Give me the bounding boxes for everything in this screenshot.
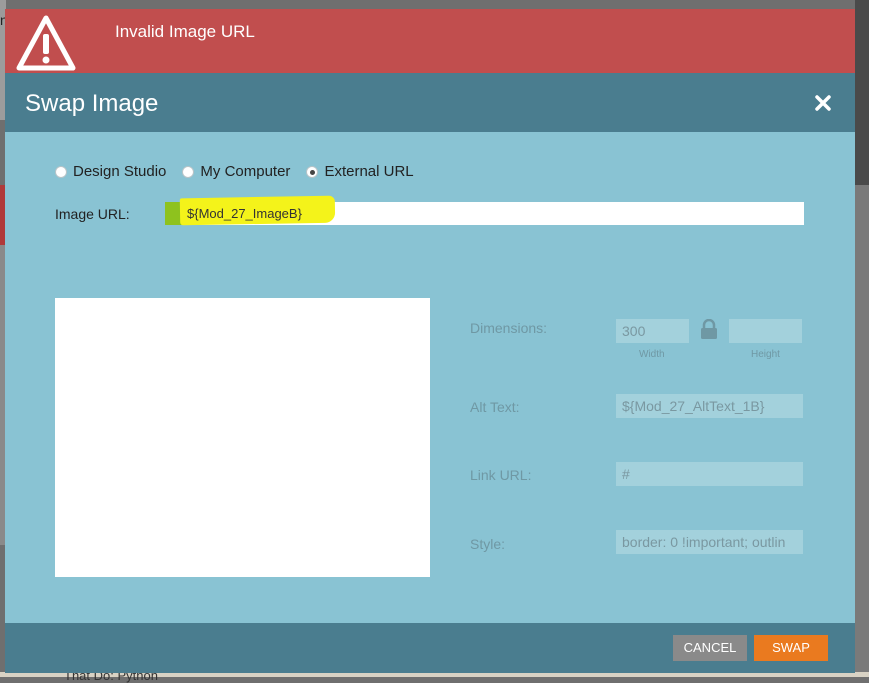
radio-external-url[interactable]: External URL bbox=[306, 163, 414, 180]
image-url-input[interactable]: ${Mod_27_ImageB} bbox=[165, 195, 804, 226]
dialog-footer: CANCEL SWAP bbox=[5, 623, 855, 673]
link-url-input[interactable]: # bbox=[616, 462, 803, 486]
close-icon[interactable] bbox=[813, 93, 833, 113]
radio-button[interactable] bbox=[55, 165, 67, 178]
radio-label: My Computer bbox=[200, 163, 291, 180]
link-url-label: Link URL: bbox=[470, 467, 532, 483]
error-banner: Invalid Image URL bbox=[5, 9, 855, 73]
cancel-button[interactable]: CANCEL bbox=[673, 635, 747, 661]
lock-icon[interactable] bbox=[700, 319, 718, 339]
image-url-value: ${Mod_27_ImageB} bbox=[187, 206, 302, 221]
background-edge bbox=[855, 185, 869, 677]
radio-my-computer[interactable]: My Computer bbox=[182, 163, 290, 180]
image-source-radio-group: Design Studio My Computer External URL bbox=[55, 163, 430, 180]
radio-label: Design Studio bbox=[73, 163, 167, 180]
dimensions-label: Dimensions: bbox=[470, 320, 548, 336]
style-label: Style: bbox=[470, 536, 506, 552]
image-preview bbox=[55, 298, 430, 577]
dialog-header: Swap Image bbox=[5, 73, 855, 132]
radio-button[interactable] bbox=[306, 165, 319, 178]
radio-design-studio[interactable]: Design Studio bbox=[55, 163, 166, 180]
alt-text-label: Alt Text: bbox=[470, 399, 520, 415]
width-caption: Width bbox=[639, 349, 665, 360]
warning-icon bbox=[16, 15, 76, 71]
height-input[interactable] bbox=[729, 319, 802, 343]
alt-text-input[interactable]: ${Mod_27_AltText_1B} bbox=[616, 394, 803, 418]
error-title: Invalid Image URL bbox=[115, 22, 255, 41]
radio-button[interactable] bbox=[182, 165, 195, 178]
dialog-title: Swap Image bbox=[25, 90, 159, 117]
width-input[interactable]: 300 bbox=[616, 319, 689, 343]
background-edge bbox=[855, 0, 869, 185]
style-input[interactable]: border: 0 !important; outlin bbox=[616, 530, 803, 554]
swap-button[interactable]: SWAP bbox=[754, 635, 828, 661]
image-url-label: Image URL: bbox=[55, 206, 130, 222]
swap-image-dialog: Swap Image Design Studio My Computer Ext… bbox=[5, 73, 855, 673]
radio-label: External URL bbox=[324, 163, 414, 180]
height-caption: Height bbox=[751, 349, 780, 360]
